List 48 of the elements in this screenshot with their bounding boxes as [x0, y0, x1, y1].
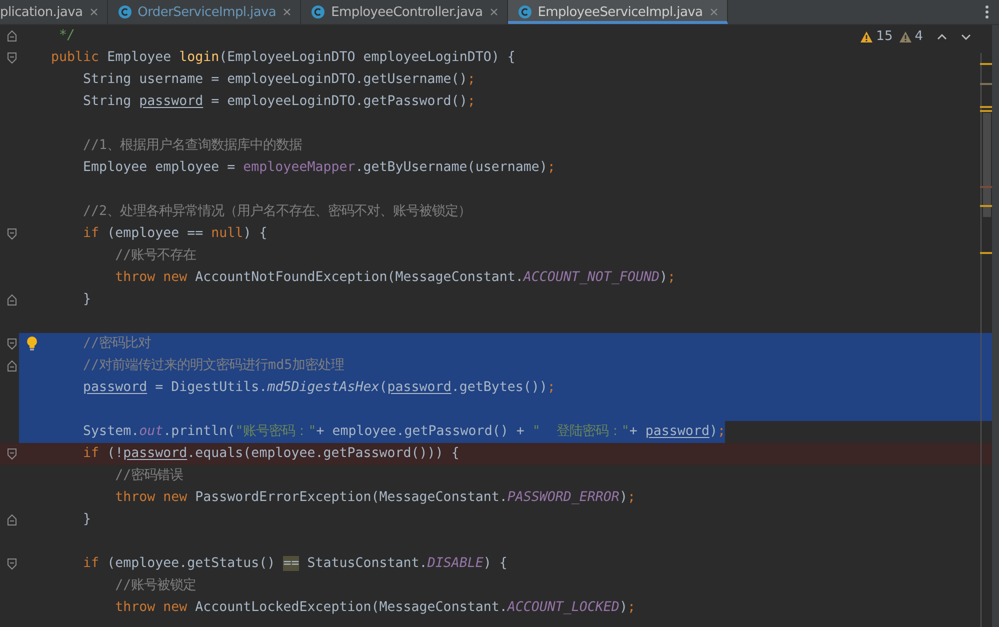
unfold-icon[interactable] [7, 514, 17, 526]
code-line: throw new PasswordErrorException(MessageConstant.PASSWORD_ERROR); [115, 489, 636, 507]
code-comment: //账号被锁定 [115, 576, 196, 595]
code-comment: */ [59, 27, 76, 45]
code-line: } [83, 291, 92, 309]
fold-icon[interactable] [7, 448, 17, 460]
code-line: throw new AccountNotFoundException(MessageConstant.ACCOUNT_NOT_FOUND); [115, 269, 676, 287]
scrollbar[interactable] [980, 53, 992, 627]
code-comment: //密码比对 [83, 334, 152, 353]
warning-icon [860, 30, 874, 42]
fold-icon[interactable] [7, 558, 17, 570]
close-icon[interactable] [282, 7, 292, 17]
weak-warning-count[interactable]: 4 [898, 29, 923, 44]
code-comment: //2、处理各种异常情况（用户名不存在、密码不对、账号被锁定） [83, 202, 472, 221]
code-line: String password = employeeLoginDTO.getPassword(); [83, 93, 476, 111]
editor-tab[interactable]: EmployeeServiceImpl.java [508, 0, 728, 24]
fold-icon[interactable] [7, 228, 17, 240]
close-icon[interactable] [708, 7, 719, 17]
code-line: public Employee login(EmployeeLoginDTO employeeLoginDTO) { [51, 49, 516, 67]
fold-icon[interactable] [7, 52, 17, 64]
code-line: if (employee.getStatus() == StatusConstant.DISABLE) { [83, 555, 508, 573]
editor-tab[interactable]: plication.java [0, 0, 108, 24]
code-line: password = DigestUtils.md5DigestAsHex(password.getBytes()); [83, 379, 556, 397]
code-line: String username = employeeLoginDTO.getUsername(); [83, 71, 476, 89]
code-line: Employee employee = employeeMapper.getByUsername(username); [83, 159, 556, 177]
unfold-icon[interactable] [7, 294, 17, 306]
editor-tab[interactable]: EmployeeController.java [301, 0, 508, 24]
warning-count[interactable]: 15 [860, 29, 893, 44]
code-line: throw new AccountLockedException(MessageConstant.ACCOUNT_LOCKED); [115, 599, 636, 617]
more-icon[interactable] [985, 5, 989, 19]
previous-highlight-icon[interactable] [937, 32, 947, 40]
code-line: if (employee == null) { [83, 225, 268, 243]
code-comment: //1、根据用户名查询数据库中的数据 [83, 136, 302, 155]
unfold-icon[interactable] [7, 360, 17, 372]
close-icon[interactable] [488, 7, 499, 17]
code-line: if (!password.equals(employee.getPassword())) { [83, 445, 460, 463]
next-highlight-icon[interactable] [961, 32, 971, 40]
editor-tab[interactable]: OrderServiceImpl.java [108, 0, 302, 24]
code-line: System.out.println("账号密码："+ employee.getPassword() + " 登陆密码："+ password); [83, 422, 726, 441]
code-comment: //密码错误 [115, 466, 184, 485]
warning-icon [898, 30, 912, 42]
code-comment: //账号不存在 [115, 247, 196, 265]
code-comment: //对前端传过来的明文密码进行md5加密处理 [83, 356, 344, 375]
close-icon[interactable] [88, 7, 99, 17]
code-line: } [83, 511, 92, 529]
unfold-icon[interactable] [7, 30, 17, 42]
lightbulb-icon[interactable] [26, 336, 38, 351]
fold-icon[interactable] [7, 338, 17, 350]
